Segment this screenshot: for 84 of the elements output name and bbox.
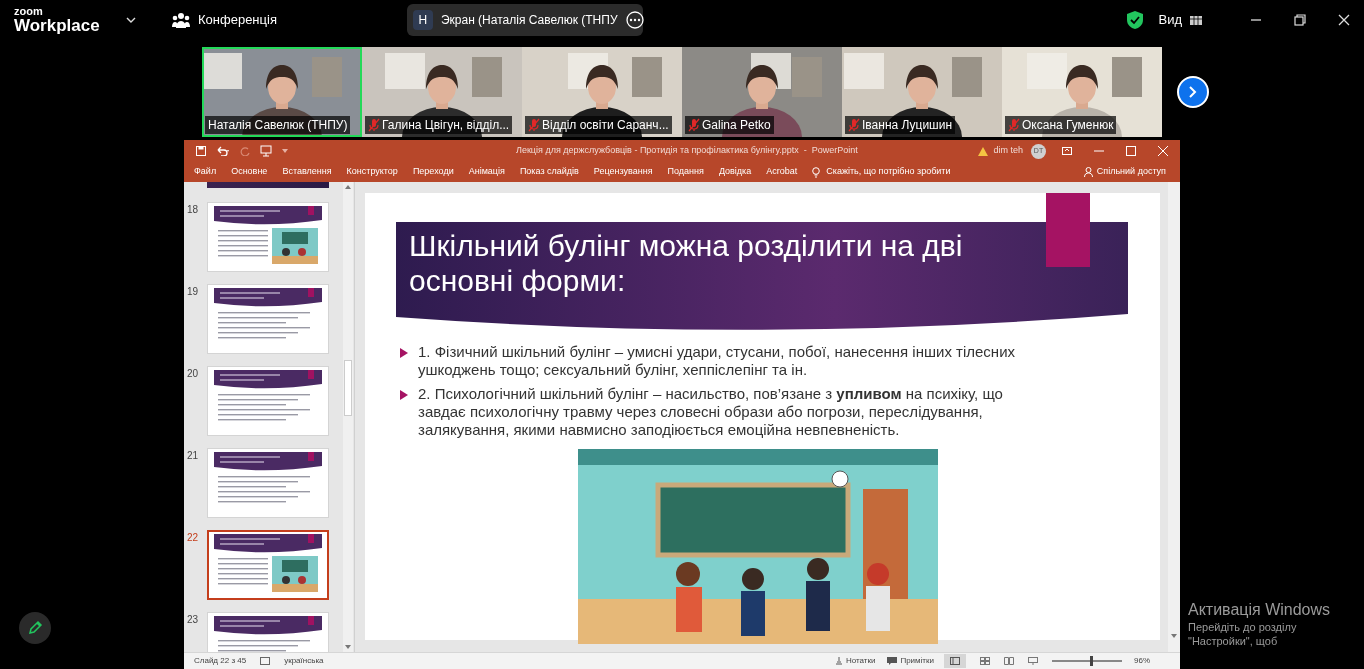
slider-thumb[interactable]: [1090, 656, 1094, 666]
maximize-icon: [1126, 146, 1136, 156]
ribbon-tab[interactable]: Acrobat: [766, 165, 798, 179]
pencil-icon: [27, 620, 43, 636]
normal-view-button[interactable]: [944, 654, 966, 668]
activation-title: Активація Windows: [1188, 600, 1332, 620]
slide-number: 21: [186, 449, 200, 463]
view-button[interactable]: Вид: [1158, 10, 1202, 30]
comments-button[interactable]: Примітки: [900, 655, 934, 667]
chevron-right-icon: [1189, 86, 1197, 98]
share-button[interactable]: Спільний доступ: [1096, 165, 1166, 179]
avatar-initial: Н: [412, 10, 433, 30]
ribbon-tab[interactable]: Подання: [667, 165, 704, 179]
participant-name: Галина Цвігун, відділ...: [382, 117, 510, 134]
participant-name: Відділ освіти Саранч...: [542, 117, 669, 134]
scrollbar-thumb[interactable]: [344, 360, 352, 416]
next-button[interactable]: [1177, 76, 1209, 108]
ribbon-tab[interactable]: Основне: [231, 165, 268, 179]
ribbon-tab[interactable]: Вставлення: [282, 165, 332, 179]
arrow-down-icon: [345, 645, 351, 649]
notes-button[interactable]: Нотатки: [845, 655, 876, 667]
slide-number: 22: [186, 531, 200, 545]
warning-icon: [978, 146, 989, 156]
slide-sorter-icon: [980, 657, 990, 665]
logo-text: Workplace: [14, 17, 101, 34]
bullet-icon: [400, 390, 408, 400]
ribbon-tab[interactable]: Показ слайдів: [519, 165, 579, 179]
ribbon-tab[interactable]: Рецензування: [593, 165, 653, 179]
people-icon: [172, 12, 190, 28]
presenter-icon: [1028, 657, 1038, 665]
redo-icon: [240, 146, 250, 156]
document-title: Лекція для держслужбовців - Протидія та профілактика булінгу.pptx - PowerPoint: [516, 144, 858, 158]
chevron-down-icon: [126, 17, 136, 23]
meeting-label: Конференція: [198, 11, 277, 30]
grid-icon: [1190, 15, 1202, 25]
dropdown-icon: [282, 149, 288, 153]
lightbulb-icon: [812, 166, 821, 178]
scrollbar[interactable]: [1168, 182, 1180, 652]
edit-button[interactable]: [19, 612, 51, 644]
more-icon: [625, 11, 644, 29]
activation-hint: Перейдіть до розділу "Настройки", щоб: [1188, 620, 1298, 648]
reading-view-icon: [1004, 657, 1014, 665]
logo-text: zoom: [14, 6, 44, 17]
slide-counter: Слайд 22 з 45: [194, 655, 247, 667]
tell-me-field[interactable]: Скажіть, що потрібно зробити: [826, 165, 951, 179]
restore-icon: [1294, 14, 1306, 26]
participant-name: Наталія Савелюк (ТНПУ): [208, 117, 348, 134]
close-icon: [1158, 146, 1168, 156]
arrow-down-icon: [1171, 634, 1177, 638]
close-icon: [1338, 14, 1350, 26]
ribbon-tab[interactable]: Конструктор: [346, 165, 398, 179]
participant-name: Galina Petko: [702, 117, 771, 134]
bullet-text: 2. Психологічний шкільний булінг – насильство, пов’язане з упливом на психіку, що завдає психологічну травму через словесні образи або погрози, переслідування, залякування, якими навмисно заподіюється емоційна невпевненість.: [418, 385, 1004, 439]
share-pill[interactable]: Н Экран (Наталія Савелюк (ТНПУ: [406, 4, 643, 36]
ribbon-display-icon: [1062, 147, 1072, 155]
save-icon: [196, 146, 206, 156]
bullet-text: 1. Фізичний шкільний булінг – умисні удари, стусани, побої, нанесення інших тілесних ушкоджень тощо; сексуальний булінг, хеппіслепінг та ін.: [418, 343, 1017, 379]
ribbon-tab[interactable]: Файл: [194, 165, 217, 179]
undo-icon: [216, 146, 230, 156]
bullet-icon: [400, 348, 408, 358]
slide-thumbnail[interactable]: [207, 182, 329, 188]
ribbon-tab[interactable]: Анімація: [468, 165, 505, 179]
language-label[interactable]: українська: [284, 655, 324, 667]
normal-view-icon: [950, 657, 960, 665]
notes-icon: [834, 657, 843, 665]
zoom-level: 96%: [1134, 655, 1150, 667]
ribbon-tab[interactable]: Переходи: [412, 165, 454, 179]
slide-title: Шкільний булінг можна розділити на дві основні форми:: [409, 229, 963, 297]
slide-number: 23: [186, 613, 200, 627]
share-title: Экран (Наталія Савелюк (ТНПУ: [440, 12, 618, 29]
scrollbar[interactable]: [343, 182, 353, 652]
shield-check-icon: [1126, 10, 1145, 30]
slide-number: 18: [186, 203, 200, 217]
ribbon-tab[interactable]: Довідка: [718, 165, 752, 179]
arrow-up-icon: [345, 185, 351, 189]
slide-number: 19: [186, 285, 200, 299]
slide-number: 20: [186, 367, 200, 381]
participant-name: Оксана Гуменюк: [1022, 117, 1114, 134]
person-icon: [1083, 167, 1093, 177]
comment-icon: [887, 657, 898, 665]
slideshow-icon: [260, 145, 272, 157]
user-name: dim teh: [993, 144, 1023, 158]
participant-name: Іванна Луцишин: [862, 117, 953, 134]
spellcheck-icon: [260, 657, 271, 665]
